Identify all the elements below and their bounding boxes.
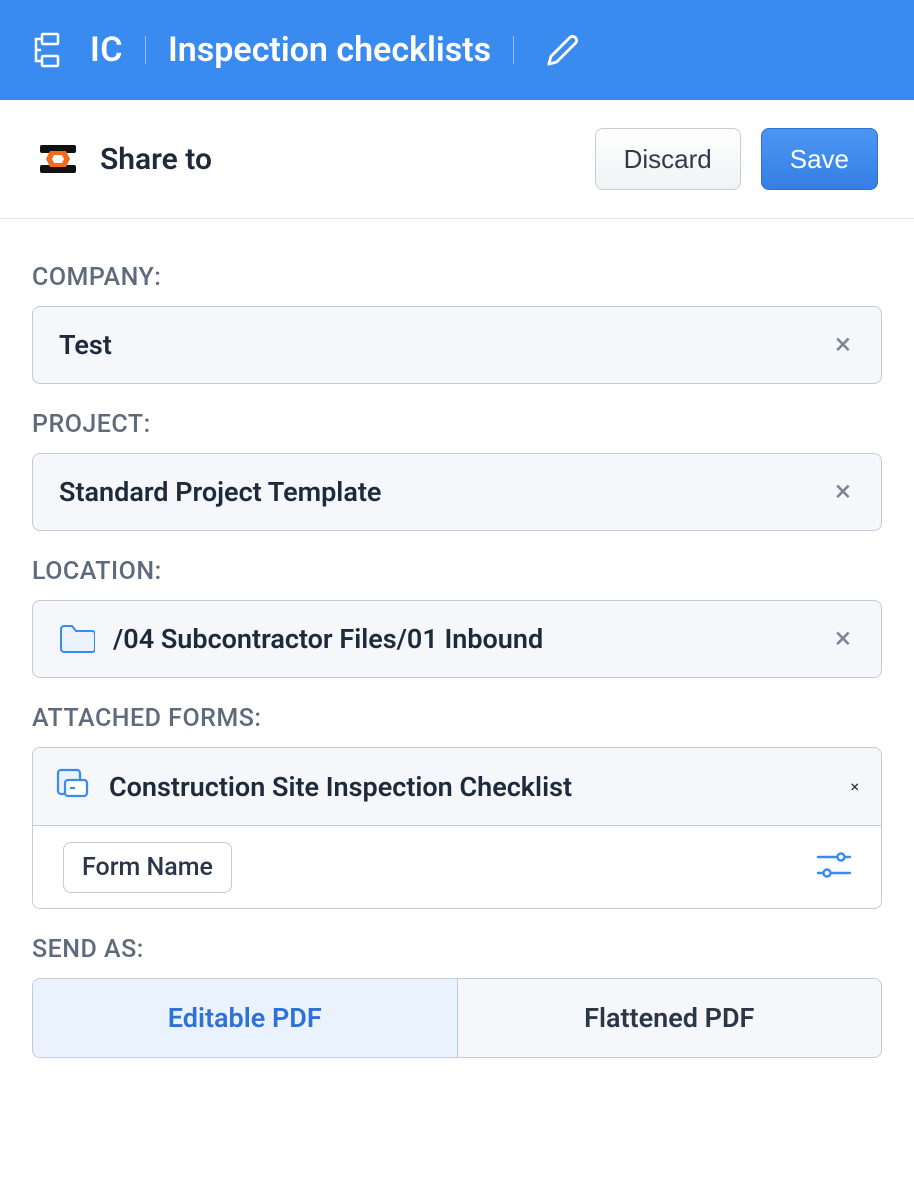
clear-project-icon[interactable]: × <box>827 469 859 515</box>
save-button[interactable]: Save <box>761 128 878 190</box>
discard-button[interactable]: Discard <box>595 128 741 190</box>
actionbar: Share to Discard Save <box>0 100 914 219</box>
location-value: /04 Subcontractor Files/01 Inbound <box>113 623 827 655</box>
attached-form-title: Construction Site Inspection Checklist <box>109 771 850 803</box>
send-as-editable-pdf[interactable]: Editable PDF <box>33 979 457 1057</box>
field-company: COMPANY: Test × <box>32 263 882 384</box>
send-as-segmented: Editable PDF Flattened PDF <box>32 978 882 1058</box>
project-value: Standard Project Template <box>59 476 827 508</box>
page-title: Inspection checklists <box>168 30 491 70</box>
titlebar: IC Inspection checklists <box>0 0 914 100</box>
project-label: PROJECT: <box>32 410 882 439</box>
form-icon <box>53 766 91 808</box>
form-content: COMPANY: Test × PROJECT: Standard Projec… <box>0 219 914 1106</box>
company-value: Test <box>59 329 827 361</box>
app-logo-icon <box>36 137 80 181</box>
send-as-label: SEND AS: <box>32 935 882 964</box>
attached-forms-box: Construction Site Inspection Checklist ×… <box>32 747 882 909</box>
separator <box>513 36 514 64</box>
remove-attached-form-icon[interactable]: × <box>850 777 859 796</box>
filters-button[interactable] <box>809 844 859 890</box>
attached-forms-label: ATTACHED FORMS: <box>32 704 882 733</box>
clear-company-icon[interactable]: × <box>827 322 859 368</box>
send-as-flattened-pdf[interactable]: Flattened PDF <box>457 979 882 1057</box>
sliders-icon <box>815 850 853 880</box>
field-send-as: SEND AS: Editable PDF Flattened PDF <box>32 935 882 1058</box>
edit-button[interactable] <box>546 33 580 67</box>
separator <box>145 36 146 64</box>
structure-icon <box>28 30 68 70</box>
attached-form-filter-row: Form Name <box>33 826 881 908</box>
form-name-chip[interactable]: Form Name <box>63 842 232 893</box>
location-pill[interactable]: /04 Subcontractor Files/01 Inbound × <box>32 600 882 678</box>
location-label: LOCATION: <box>32 557 882 586</box>
clear-location-icon[interactable]: × <box>827 616 859 662</box>
entity-code: IC <box>90 30 123 70</box>
attached-form-row[interactable]: Construction Site Inspection Checklist × <box>33 748 881 826</box>
company-label: COMPANY: <box>32 263 882 292</box>
project-pill[interactable]: Standard Project Template × <box>32 453 882 531</box>
company-pill[interactable]: Test × <box>32 306 882 384</box>
pencil-icon <box>546 33 580 67</box>
field-location: LOCATION: /04 Subcontractor Files/01 Inb… <box>32 557 882 678</box>
folder-icon <box>59 624 95 654</box>
field-project: PROJECT: Standard Project Template × <box>32 410 882 531</box>
share-to-label: Share to <box>100 142 212 177</box>
field-attached-forms: ATTACHED FORMS: Construction Site Inspec… <box>32 704 882 909</box>
